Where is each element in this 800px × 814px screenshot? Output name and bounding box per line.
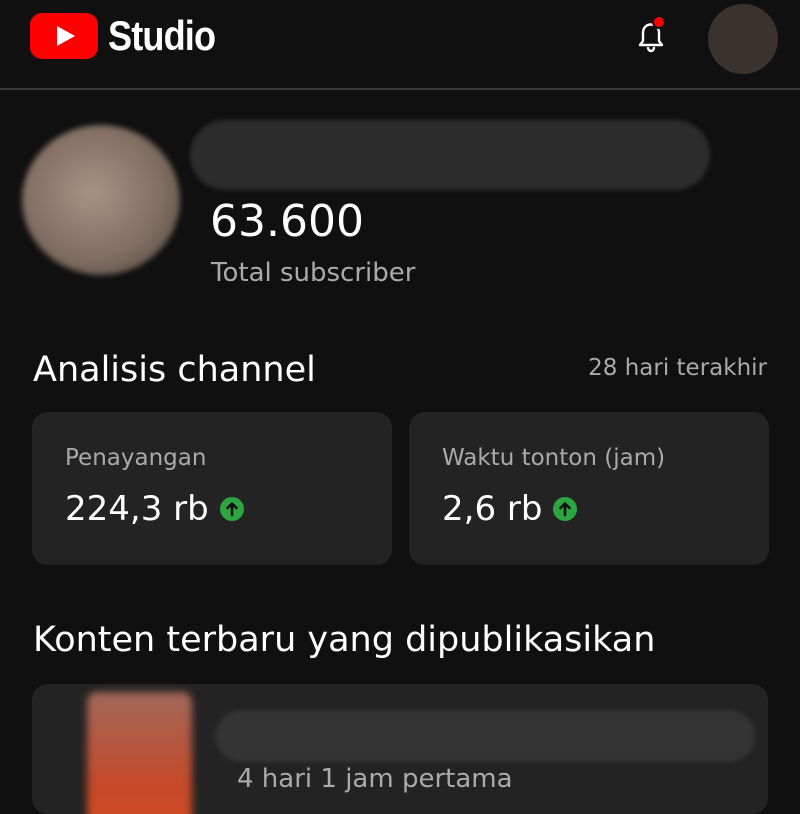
arrow-up-icon [553,497,578,521]
views-value: 224,3 rb [65,489,209,529]
subscriber-count: 63.600 [210,196,364,247]
views-label: Penayangan [65,445,207,471]
top-app-bar: Studio [0,0,800,90]
watch-time-value-row: 2,6 rb [442,489,578,529]
video-stat-period: 4 hari 1 jam pertama [237,764,513,794]
watch-time-label: Waktu tonton (jam) [442,445,666,471]
bell-icon[interactable] [628,12,674,58]
watch-time-value: 2,6 rb [442,489,543,529]
video-thumbnail[interactable] [87,692,192,814]
analytics-period: 28 hari terakhir [588,355,767,381]
video-title-redacted [215,710,755,762]
latest-content-card[interactable]: 4 hari 1 jam pertama [32,684,768,814]
watch-time-card[interactable]: Waktu tonton (jam) 2,6 rb [409,412,769,565]
studio-logo[interactable]: Studio [30,12,233,60]
analytics-title: Analisis channel [33,350,316,390]
app-name: Studio [108,12,216,59]
views-value-row: 224,3 rb [65,489,245,529]
channel-name-redacted [190,120,710,190]
views-card[interactable]: Penayangan 224,3 rb [32,412,392,565]
account-avatar[interactable] [708,4,778,74]
channel-avatar [22,125,180,275]
arrow-up-icon [219,497,244,521]
latest-content-title: Konten terbaru yang dipublikasikan [33,620,656,660]
notification-dot [652,15,666,29]
subscriber-label: Total subscriber [211,258,416,288]
youtube-play-icon [30,13,98,59]
